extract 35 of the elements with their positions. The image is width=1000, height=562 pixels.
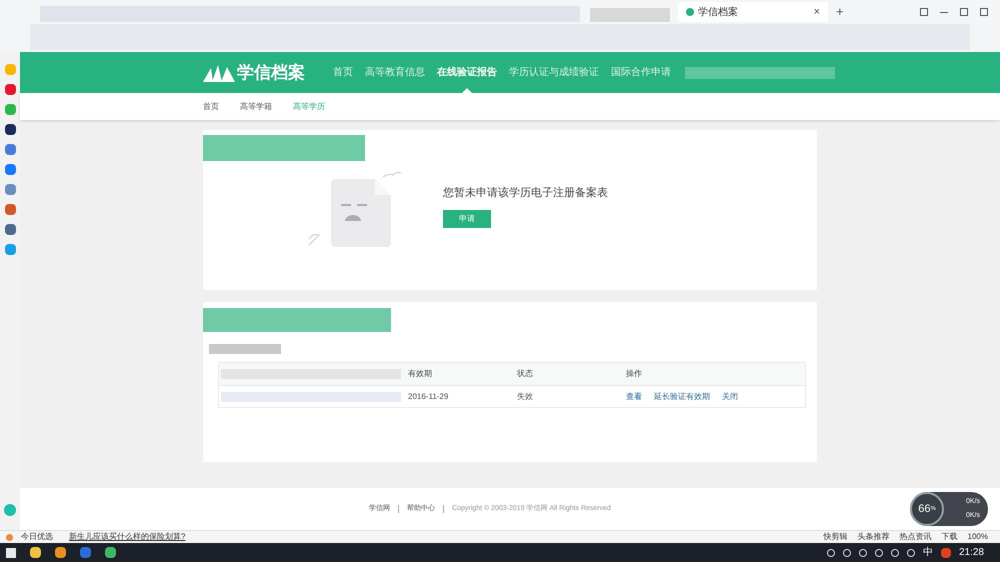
tab-icon bbox=[686, 8, 694, 16]
empty-message: 您暂未申请该学历电子注册备案表 bbox=[443, 186, 608, 201]
action-link[interactable]: 查看 bbox=[626, 390, 642, 402]
windows-start-icon[interactable] bbox=[6, 548, 16, 558]
browser-tab[interactable]: 学信档案 × bbox=[678, 2, 828, 22]
gift-icon bbox=[6, 534, 13, 540]
status-link[interactable]: 今日优选 bbox=[21, 531, 53, 543]
table-cell-text: 失效 bbox=[517, 390, 534, 402]
status-link[interactable]: 热点资讯 bbox=[900, 531, 932, 543]
column-header: 有效期 bbox=[408, 368, 433, 380]
taskbar-app-icon[interactable] bbox=[55, 547, 66, 558]
redacted-block bbox=[209, 344, 281, 354]
logo-icon bbox=[203, 64, 235, 82]
ime-indicator[interactable]: 中 bbox=[922, 545, 933, 560]
column-header: 状态 bbox=[517, 368, 534, 380]
close-icon[interactable]: × bbox=[814, 4, 820, 20]
status-link[interactable]: 下载 bbox=[942, 531, 958, 543]
taskbar-app-icon[interactable] bbox=[105, 547, 116, 558]
table-cell-text: 2016-11-29 bbox=[408, 390, 450, 402]
action-link[interactable]: 关闭 bbox=[722, 390, 738, 402]
app-tray-icon[interactable] bbox=[940, 548, 951, 558]
taskbar-app-icon[interactable] bbox=[30, 547, 41, 558]
tab-title: 学信档案 bbox=[698, 6, 739, 20]
action-link[interactable]: 延长验证有效期 bbox=[654, 390, 710, 402]
new-tab-button[interactable]: + bbox=[836, 2, 844, 22]
status-link[interactable]: 头条推荐 bbox=[858, 531, 890, 543]
subnav-link[interactable]: 首页 bbox=[203, 100, 219, 112]
news-link[interactable]: 新生儿应该买什么样的保险划算? bbox=[69, 531, 186, 543]
percent-text: 66 bbox=[918, 502, 930, 517]
column-header: 操作 bbox=[626, 368, 643, 380]
status-link[interactable]: 快剪辑 bbox=[824, 531, 848, 543]
app-icon[interactable] bbox=[4, 124, 16, 135]
status-link[interactable]: 100% bbox=[968, 531, 988, 543]
clock-text: 21:28 bbox=[958, 546, 985, 560]
subnav-link[interactable]: 高等学籍 bbox=[240, 100, 272, 112]
